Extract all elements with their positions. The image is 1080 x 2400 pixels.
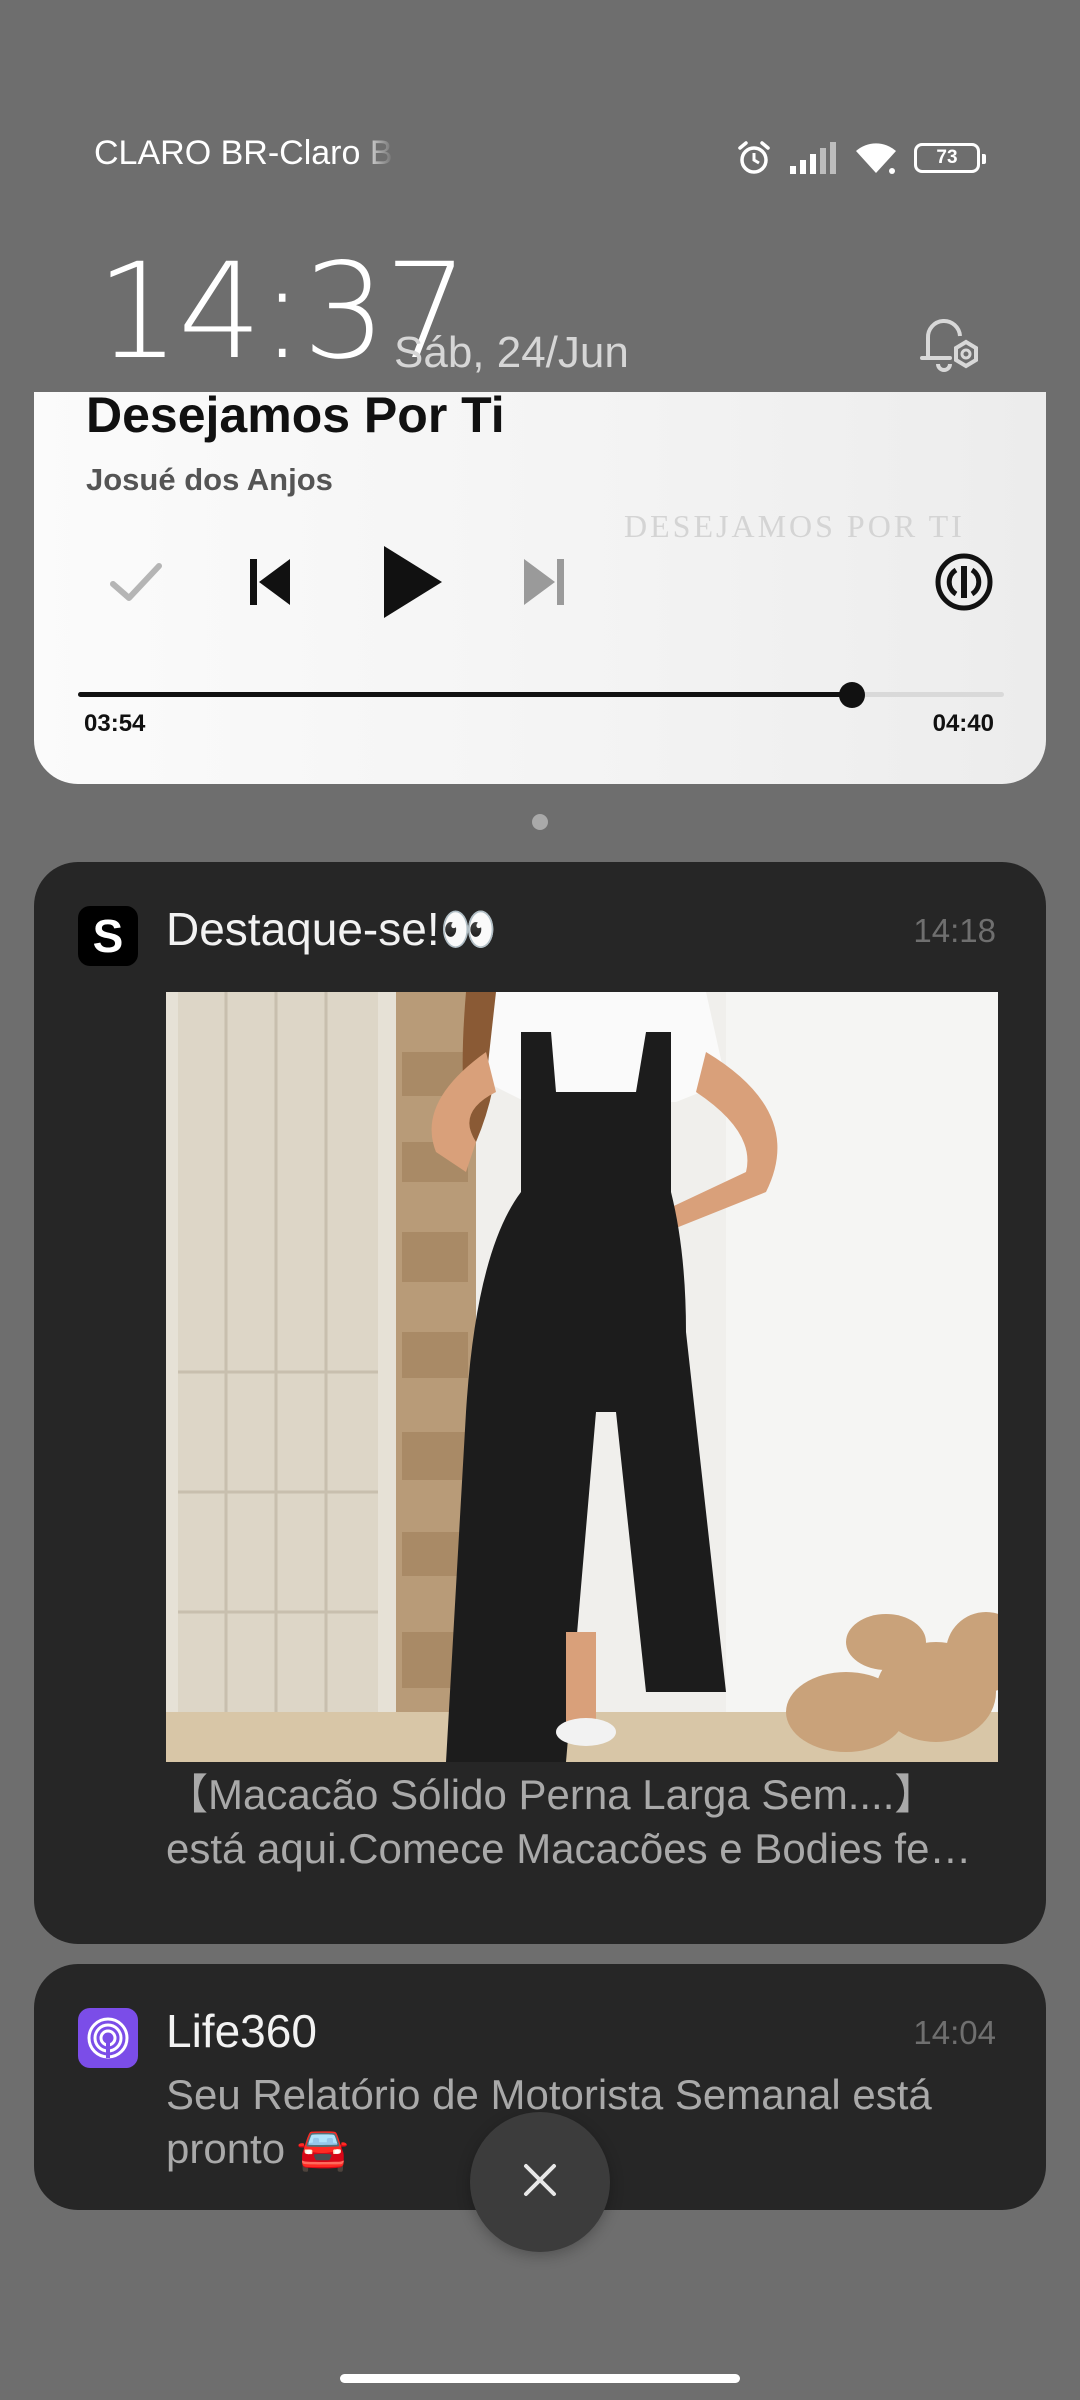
notification-title: Life360: [166, 2005, 317, 2057]
status-icons: 73: [734, 138, 986, 178]
notification-body: 【Macacão Sólido Perna Larga Sem....】 est…: [166, 1768, 1026, 1876]
check-icon[interactable]: [96, 532, 176, 632]
previous-track-icon[interactable]: [230, 532, 310, 632]
elapsed-time: 03:54: [84, 710, 146, 737]
life360-icon: [78, 2008, 138, 2068]
app-letter: S: [92, 910, 124, 962]
battery-icon: 73: [914, 143, 986, 173]
notification-body-line-1: 【Macacão Sólido Perna Larga Sem....】: [166, 1771, 937, 1818]
cast-icon[interactable]: [914, 532, 1014, 632]
media-title: Desejamos Por Ti: [86, 392, 505, 443]
date: Sáb, 24/Jun: [394, 328, 629, 377]
signal-icon: [788, 140, 838, 176]
home-indicator[interactable]: [340, 2374, 740, 2383]
media-controls: [34, 532, 1046, 632]
notification-body-line-1: Seu Relatório de Motorista Semanal está: [166, 2071, 932, 2118]
notification-card[interactable]: S Destaque-se!👀 14:18 【Macacão Sólido Pe…: [34, 862, 1046, 1944]
notification-time: 14:04: [913, 2014, 996, 2051]
media-player-card[interactable]: Desejamos Por Ti Josué dos Anjos DESEJAM…: [34, 392, 1046, 784]
battery-level: 73: [936, 147, 958, 168]
total-time: 04:40: [932, 710, 994, 737]
page-indicator: [532, 814, 548, 830]
notification-body-line-2: está aqui.Comece Macacões e Bodies fe…: [166, 1825, 972, 1872]
next-track-icon[interactable]: [504, 532, 584, 632]
carrier-name: CLARO BR-Claro BR: [94, 134, 394, 172]
notification-title: Destaque-se!👀: [166, 903, 497, 955]
notification-image: [166, 992, 998, 1762]
progress-thumb[interactable]: [839, 682, 866, 708]
clear-all-button[interactable]: [470, 2112, 610, 2252]
progress-fill: [78, 692, 853, 697]
close-icon: [520, 2160, 560, 2205]
status-bar: CLARO BR-Claro BR 73: [0, 0, 1080, 174]
wifi-icon: [852, 139, 900, 177]
shein-icon: S: [78, 906, 138, 966]
play-icon[interactable]: [352, 528, 472, 636]
alarm-icon: [734, 138, 774, 178]
notification-time: 14:18: [913, 912, 996, 949]
notification-settings-icon[interactable]: [916, 312, 986, 383]
progress-slider[interactable]: [78, 682, 1004, 708]
media-artist: Josué dos Anjos: [86, 462, 333, 497]
